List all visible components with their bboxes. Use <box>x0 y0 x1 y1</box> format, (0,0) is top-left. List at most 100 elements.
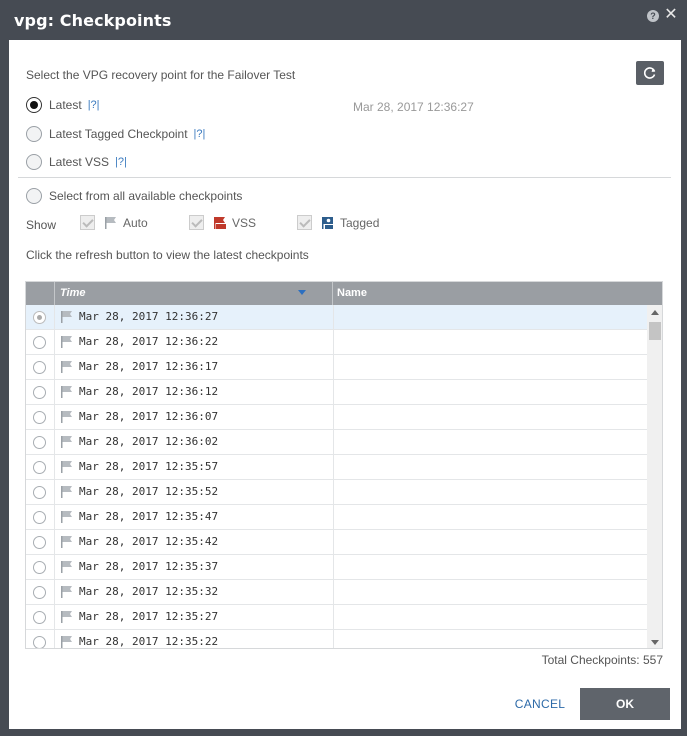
table-row[interactable]: Mar 28, 2017 12:35:42 <box>26 530 647 555</box>
row-radio[interactable] <box>33 536 46 549</box>
row-radio[interactable] <box>33 636 46 648</box>
select-all-radio[interactable] <box>26 188 42 204</box>
table-row[interactable]: Mar 28, 2017 12:35:32 <box>26 580 647 605</box>
table-row[interactable]: Mar 28, 2017 12:35:22 <box>26 630 647 648</box>
row-radio[interactable] <box>33 486 46 499</box>
flag-icon <box>61 361 72 373</box>
row-select-cell[interactable] <box>26 330 55 354</box>
table-row[interactable]: Mar 28, 2017 12:36:07 <box>26 405 647 430</box>
row-select-cell[interactable] <box>26 305 55 329</box>
row-select-cell[interactable] <box>26 430 55 454</box>
row-select-cell[interactable] <box>26 355 55 379</box>
row-select-cell[interactable] <box>26 530 55 554</box>
row-radio[interactable] <box>33 611 46 624</box>
row-select-cell[interactable] <box>26 505 55 529</box>
table-row[interactable]: Mar 28, 2017 12:36:02 <box>26 430 647 455</box>
row-time: Mar 28, 2017 12:36:02 <box>79 435 219 448</box>
row-time: Mar 28, 2017 12:35:22 <box>79 635 219 648</box>
vertical-scrollbar[interactable] <box>647 305 662 648</box>
row-time-cell: Mar 28, 2017 12:35:27 <box>55 605 334 629</box>
row-select-cell[interactable] <box>26 480 55 504</box>
flag-icon <box>105 216 116 229</box>
row-time: Mar 28, 2017 12:36:07 <box>79 410 219 423</box>
ok-button[interactable]: OK <box>580 688 670 720</box>
table-row[interactable]: Mar 28, 2017 12:35:57 <box>26 455 647 480</box>
row-select-cell[interactable] <box>26 605 55 629</box>
row-radio[interactable] <box>33 436 46 449</box>
table-row[interactable]: Mar 28, 2017 12:36:27 <box>26 305 647 330</box>
tagged-icon <box>322 216 333 229</box>
cancel-button[interactable]: CANCEL <box>503 694 577 714</box>
vss-checkbox[interactable] <box>189 215 204 230</box>
instruction-text: Select the VPG recovery point for the Fa… <box>26 68 296 82</box>
row-time-cell: Mar 28, 2017 12:35:57 <box>55 455 334 479</box>
row-radio[interactable] <box>33 311 46 324</box>
filter-vss[interactable]: VSS <box>189 215 256 230</box>
filter-auto[interactable]: Auto <box>80 215 148 230</box>
scroll-down-icon[interactable] <box>651 640 659 645</box>
row-time: Mar 28, 2017 12:35:47 <box>79 510 219 523</box>
flag-icon <box>61 386 72 398</box>
help-icon[interactable]: ? <box>647 10 659 22</box>
option-latest[interactable]: Latest |?| <box>26 96 100 114</box>
filter-tagged[interactable]: Tagged <box>297 215 379 230</box>
row-select-cell[interactable] <box>26 555 55 579</box>
row-time-cell: Mar 28, 2017 12:35:52 <box>55 480 334 504</box>
latest-vss-help-link[interactable]: |?| <box>115 156 127 168</box>
table-row[interactable]: Mar 28, 2017 12:36:12 <box>26 380 647 405</box>
row-select-cell[interactable] <box>26 580 55 604</box>
refresh-hint: Click the refresh button to view the lat… <box>26 248 309 262</box>
sort-desc-icon[interactable] <box>298 290 306 295</box>
grid-body: Mar 28, 2017 12:36:27 Mar 28, 2017 12:36:… <box>26 305 647 648</box>
refresh-button[interactable] <box>636 61 664 85</box>
option-latest-tagged[interactable]: Latest Tagged Checkpoint |?| <box>26 125 205 143</box>
latest-checkpoint-date: Mar 28, 2017 12:36:27 <box>353 100 474 114</box>
option-select-all[interactable]: Select from all available checkpoints <box>26 187 242 205</box>
scroll-up-icon[interactable] <box>651 310 659 315</box>
checkpoints-dialog: vpg: Checkpoints ? ✕ Select the VPG reco… <box>0 0 687 736</box>
table-row[interactable]: Mar 28, 2017 12:36:17 <box>26 355 647 380</box>
header-time[interactable]: Time <box>55 282 333 305</box>
row-radio[interactable] <box>33 561 46 574</box>
latest-vss-radio[interactable] <box>26 154 42 170</box>
latest-radio[interactable] <box>26 97 42 113</box>
table-row[interactable]: Mar 28, 2017 12:35:52 <box>26 480 647 505</box>
scroll-thumb[interactable] <box>649 322 661 340</box>
grid-header: Time Name <box>26 282 662 305</box>
dialog-content: Select the VPG recovery point for the Fa… <box>9 40 681 729</box>
row-radio[interactable] <box>33 386 46 399</box>
tagged-checkbox[interactable] <box>297 215 312 230</box>
show-label: Show <box>26 218 57 232</box>
row-radio[interactable] <box>33 511 46 524</box>
flag-icon <box>61 336 72 348</box>
row-select-cell[interactable] <box>26 455 55 479</box>
close-icon[interactable]: ✕ <box>663 6 679 24</box>
row-select-cell[interactable] <box>26 380 55 404</box>
table-row[interactable]: Mar 28, 2017 12:36:22 <box>26 330 647 355</box>
total-checkpoints: Total Checkpoints: 557 <box>541 653 663 667</box>
row-radio[interactable] <box>33 361 46 374</box>
auto-checkbox[interactable] <box>80 215 95 230</box>
refresh-icon <box>643 67 656 79</box>
row-time: Mar 28, 2017 12:36:17 <box>79 360 219 373</box>
row-radio[interactable] <box>33 586 46 599</box>
flag-icon <box>61 436 72 448</box>
vss-label: VSS <box>232 215 257 230</box>
row-radio[interactable] <box>33 336 46 349</box>
row-radio[interactable] <box>33 461 46 474</box>
row-select-cell[interactable] <box>26 405 55 429</box>
table-row[interactable]: Mar 28, 2017 12:35:27 <box>26 605 647 630</box>
row-time-cell: Mar 28, 2017 12:35:42 <box>55 530 334 554</box>
flag-icon <box>61 486 72 498</box>
latest-tagged-radio[interactable] <box>26 126 42 142</box>
latest-tagged-help-link[interactable]: |?| <box>194 128 206 140</box>
option-latest-vss[interactable]: Latest VSS |?| <box>26 153 127 171</box>
table-row[interactable]: Mar 28, 2017 12:35:37 <box>26 555 647 580</box>
row-time-cell: Mar 28, 2017 12:36:17 <box>55 355 334 379</box>
row-time-cell: Mar 28, 2017 12:36:22 <box>55 330 334 354</box>
row-radio[interactable] <box>33 411 46 424</box>
flag-icon <box>61 311 72 323</box>
row-select-cell[interactable] <box>26 630 55 648</box>
table-row[interactable]: Mar 28, 2017 12:35:47 <box>26 505 647 530</box>
latest-help-link[interactable]: |?| <box>88 99 100 111</box>
